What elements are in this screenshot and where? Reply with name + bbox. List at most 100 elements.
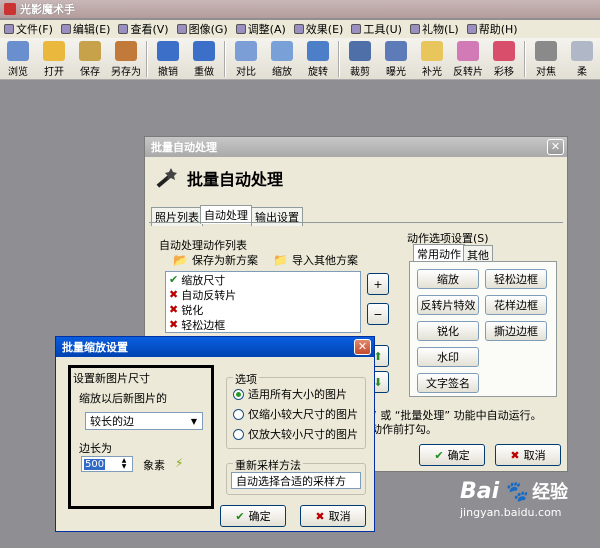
- tools-icon: [351, 24, 362, 34]
- resample-select[interactable]: 自动选择合适的采样方: [231, 472, 361, 489]
- size-group: 设置新图片尺寸 缩放以后新图片的 较长的边 ▼ 边长为 500 ▲ ▼ 象素 ⚡: [68, 365, 214, 509]
- toolbar-button-5[interactable]: 重做: [186, 38, 222, 80]
- check-icon: ✔: [434, 448, 444, 462]
- toolbar-separator: [338, 41, 340, 77]
- option-button-2[interactable]: 反转片特效: [417, 295, 479, 315]
- effect-icon: [293, 24, 304, 34]
- toolbar-button-9[interactable]: 裁剪: [342, 38, 378, 80]
- import-scheme-button[interactable]: 📁 导入其他方案: [273, 252, 358, 268]
- exposure-icon: [385, 41, 407, 61]
- soft-icon: [571, 41, 593, 61]
- undo-icon: [157, 41, 179, 61]
- menu-item-7[interactable]: 礼物(L): [406, 21, 463, 37]
- fill-light-icon: [421, 41, 443, 61]
- option-button-0[interactable]: 缩放: [417, 269, 479, 289]
- rotate-icon: [307, 41, 329, 61]
- resize-ok-button[interactable]: ✔ 确定: [220, 505, 286, 527]
- toolbar-button-1[interactable]: 打开: [36, 38, 72, 80]
- menu-item-8[interactable]: 帮助(H): [463, 21, 522, 37]
- menu-item-2[interactable]: 查看(V): [114, 21, 172, 37]
- baidu-jingyan-watermark: Bai 🐾 经验 jingyan.baidu.com: [460, 478, 569, 520]
- menu-item-5[interactable]: 效果(E): [290, 21, 348, 37]
- menu-bar: 文件(F) 编辑(E) 查看(V) 图像(G) 调整(A) 效果(E) 工具(U) 礼物(L)…: [0, 20, 600, 38]
- edge-length-label: 边长为: [79, 442, 112, 455]
- open-folder-icon: [43, 41, 65, 61]
- option-button-7[interactable]: 文字签名: [417, 373, 479, 393]
- menu-item-0[interactable]: 文件(F): [0, 21, 57, 37]
- remove-action-button[interactable]: −: [367, 303, 389, 325]
- radio-icon: [233, 388, 244, 400]
- toolbar-button-0[interactable]: 浏览: [0, 38, 36, 80]
- watermark-url: jingyan.baidu.com: [460, 506, 562, 519]
- paw-icon: 🐾: [503, 479, 529, 503]
- tab-photo-list[interactable]: 照片列表: [151, 207, 203, 226]
- toolbar-separator: [524, 41, 526, 77]
- option-radio-1[interactable]: 仅缩小较大尺寸的图片: [233, 404, 358, 424]
- compare-icon: [235, 41, 257, 61]
- option-button-5[interactable]: 撕边边框: [485, 321, 547, 341]
- save-scheme-button[interactable]: 📂 保存为新方案: [173, 252, 258, 268]
- action-list-item[interactable]: ✖ 轻松边框: [166, 317, 360, 332]
- color-shift-icon: [493, 41, 515, 61]
- tab-divider: [149, 222, 563, 223]
- resample-group-title: 重新采样方法: [233, 457, 303, 473]
- option-button-1[interactable]: 轻松边框: [485, 269, 547, 289]
- toolbar-button-13[interactable]: 彩移: [486, 38, 522, 80]
- option-button-3[interactable]: 花样边框: [485, 295, 547, 315]
- cross-icon: ✖: [169, 303, 179, 316]
- toolbar-button-2[interactable]: 保存: [72, 38, 108, 80]
- jingyan-logo-text: 经验: [532, 482, 569, 503]
- toolbar-button-10[interactable]: 曝光: [378, 38, 414, 80]
- menu-item-6[interactable]: 工具(U): [347, 21, 406, 37]
- spin-arrows-icon[interactable]: ▲ ▼: [117, 458, 131, 470]
- crop-icon: [349, 41, 371, 61]
- batch-window-title-bar: 批量自动处理: [145, 137, 567, 157]
- action-list-item[interactable]: ✔ 缩放尺寸: [166, 272, 360, 287]
- check-icon: ✔: [169, 273, 179, 286]
- toolbar-button-15[interactable]: 柔: [564, 38, 600, 80]
- action-list-item[interactable]: ✖ 自动反转片: [166, 287, 360, 302]
- toolbar-button-8[interactable]: 旋转: [300, 38, 336, 80]
- toolbar: 浏览 打开 保存 另存为 撤销 重做 对比 缩放 旋转 裁剪 曝光 补光 反转片 彩移 对焦柔: [0, 38, 600, 80]
- redo-icon: [193, 41, 215, 61]
- menu-item-1[interactable]: 编辑(E): [57, 21, 115, 37]
- toolbar-button-4[interactable]: 撤销: [150, 38, 186, 80]
- batch-ok-button[interactable]: ✔ 确定: [419, 444, 485, 466]
- batch-cancel-button[interactable]: ✖ 取消: [495, 444, 561, 466]
- batch-close-button[interactable]: ✕: [547, 139, 564, 155]
- actions-list[interactable]: ✔ 缩放尺寸 ✖ 自动反转片 ✖ 锐化 ✖ 轻松边框: [165, 271, 361, 333]
- size-prompt: 缩放以后新图片的: [79, 392, 167, 405]
- toolbar-button-11[interactable]: 补光: [414, 38, 450, 80]
- option-radio-2[interactable]: 仅放大较小尺寸的图片: [233, 424, 358, 444]
- batch-window-title: 批量自动处理: [151, 141, 217, 154]
- cross-icon: ✖: [315, 509, 325, 523]
- reversal-film-icon: [457, 41, 479, 61]
- batch-heading: 批量自动处理: [153, 165, 283, 191]
- resize-close-button[interactable]: ✕: [354, 339, 371, 355]
- option-button-4[interactable]: 锐化: [417, 321, 479, 341]
- cross-icon: ✖: [169, 288, 179, 301]
- view-icon: [118, 24, 129, 34]
- edge-length-input[interactable]: 500 ▲ ▼: [81, 456, 133, 472]
- tab-output-settings[interactable]: 输出设置: [251, 207, 303, 226]
- toolbar-button-12[interactable]: 反转片: [450, 38, 486, 80]
- add-action-button[interactable]: +: [367, 273, 389, 295]
- toolbar-button-14[interactable]: 对焦: [528, 38, 564, 80]
- app-logo-icon: [4, 3, 16, 15]
- action-list-item[interactable]: ✖ 锐化: [166, 302, 360, 317]
- resize-cancel-button[interactable]: ✖ 取消: [300, 505, 366, 527]
- toolbar-separator: [146, 41, 148, 77]
- note-line-2: 动作前打勾。: [371, 423, 437, 436]
- option-radio-0[interactable]: 适用所有大小的图片: [233, 384, 358, 404]
- toolbar-button-7[interactable]: 缩放: [264, 38, 300, 80]
- menu-item-3[interactable]: 图像(G): [173, 21, 232, 37]
- edge-select[interactable]: 较长的边 ▼: [85, 412, 203, 430]
- toolbar-separator: [224, 41, 226, 77]
- menu-item-4[interactable]: 调整(A): [232, 21, 290, 37]
- toolbar-button-6[interactable]: 对比: [228, 38, 264, 80]
- folder-arrow-icon: 📁: [273, 253, 288, 267]
- option-button-6[interactable]: 水印: [417, 347, 479, 367]
- toolbar-button-3[interactable]: 另存为: [108, 38, 144, 80]
- save-icon: [79, 41, 101, 61]
- adjust-icon: [235, 24, 246, 34]
